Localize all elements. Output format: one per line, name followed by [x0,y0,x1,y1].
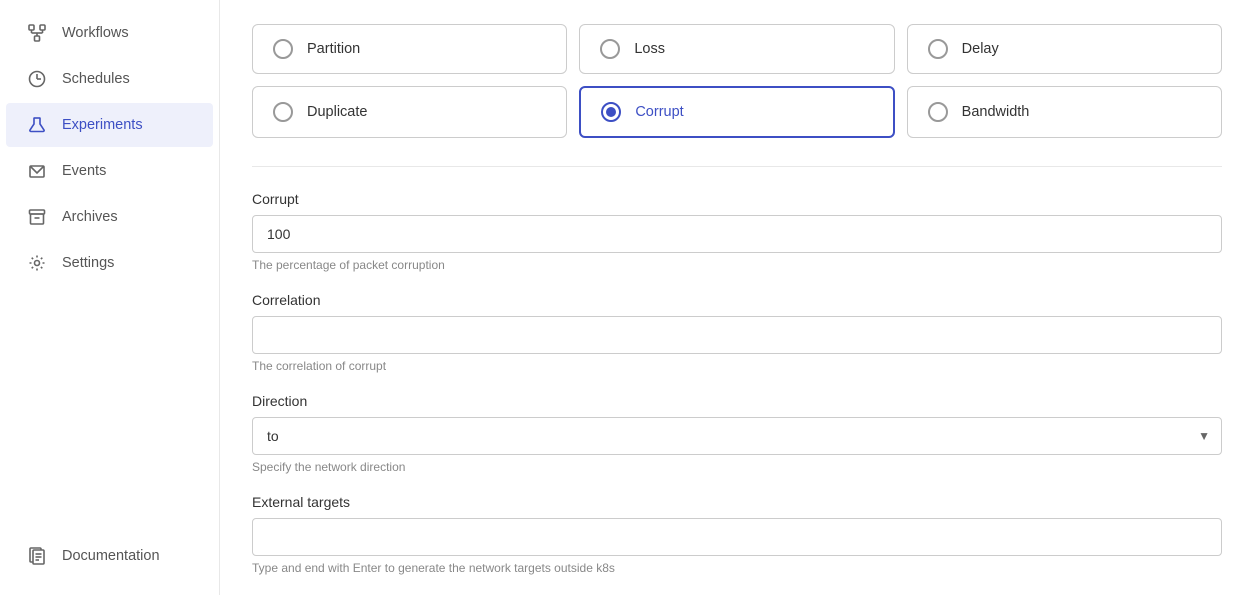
events-icon [26,162,48,180]
main-content: Partition Loss Delay Duplicate Corrupt B… [220,0,1254,595]
option-duplicate[interactable]: Duplicate [252,86,567,138]
radio-bandwidth [928,102,948,122]
schedules-icon [26,70,48,88]
external-targets-section: External targets Type and end with Enter… [252,494,1222,575]
corrupt-label: Corrupt [252,191,1222,207]
corrupt-section: Corrupt The percentage of packet corrupt… [252,191,1222,272]
option-bandwidth[interactable]: Bandwidth [907,86,1222,138]
correlation-label: Correlation [252,292,1222,308]
experiments-icon [26,116,48,134]
direction-select-wrapper: to from both ▼ [252,417,1222,455]
radio-loss [600,39,620,59]
sidebar-item-experiments[interactable]: Experiments [6,103,213,147]
sidebar-item-workflows[interactable]: Workflows [6,11,213,55]
workflows-icon [26,24,48,42]
external-targets-hint: Type and end with Enter to generate the … [252,561,1222,575]
option-partition[interactable]: Partition [252,24,567,74]
external-targets-label: External targets [252,494,1222,510]
correlation-input[interactable] [252,316,1222,354]
sidebar-item-schedules[interactable]: Schedules [6,57,213,101]
option-bandwidth-label: Bandwidth [962,104,1030,120]
sidebar: Workflows Schedules Experiments [0,0,220,595]
option-delay[interactable]: Delay [907,24,1222,74]
option-loss-label: Loss [634,41,665,57]
sidebar-label-workflows: Workflows [62,25,129,41]
correlation-hint: The correlation of corrupt [252,359,1222,373]
sidebar-label-experiments: Experiments [62,117,143,133]
sidebar-label-documentation: Documentation [62,548,160,564]
sidebar-label-events: Events [62,163,106,179]
radio-duplicate [273,102,293,122]
radio-corrupt [601,102,621,122]
archives-icon [26,208,48,226]
direction-select[interactable]: to from both [252,417,1222,455]
option-duplicate-label: Duplicate [307,104,367,120]
sidebar-item-documentation[interactable]: Documentation [6,534,213,578]
corrupt-input[interactable] [252,215,1222,253]
documentation-icon [26,547,48,565]
settings-icon [26,254,48,272]
option-delay-label: Delay [962,41,999,57]
sidebar-item-events[interactable]: Events [6,149,213,193]
radio-partition [273,39,293,59]
radio-delay [928,39,948,59]
option-corrupt-label: Corrupt [635,104,683,120]
direction-hint: Specify the network direction [252,460,1222,474]
option-corrupt[interactable]: Corrupt [579,86,894,138]
sidebar-item-archives[interactable]: Archives [6,195,213,239]
fault-type-grid: Partition Loss Delay Duplicate Corrupt B… [252,24,1222,138]
direction-section: Direction to from both ▼ Specify the net… [252,393,1222,474]
sidebar-bottom: Documentation [0,533,219,595]
option-loss[interactable]: Loss [579,24,894,74]
sidebar-label-archives: Archives [62,209,118,225]
option-partition-label: Partition [307,41,360,57]
sidebar-label-settings: Settings [62,255,114,271]
sidebar-item-settings[interactable]: Settings [6,241,213,285]
external-targets-input[interactable] [252,518,1222,556]
sidebar-label-schedules: Schedules [62,71,130,87]
section-divider [252,166,1222,167]
direction-label: Direction [252,393,1222,409]
correlation-section: Correlation The correlation of corrupt [252,292,1222,373]
corrupt-hint: The percentage of packet corruption [252,258,1222,272]
